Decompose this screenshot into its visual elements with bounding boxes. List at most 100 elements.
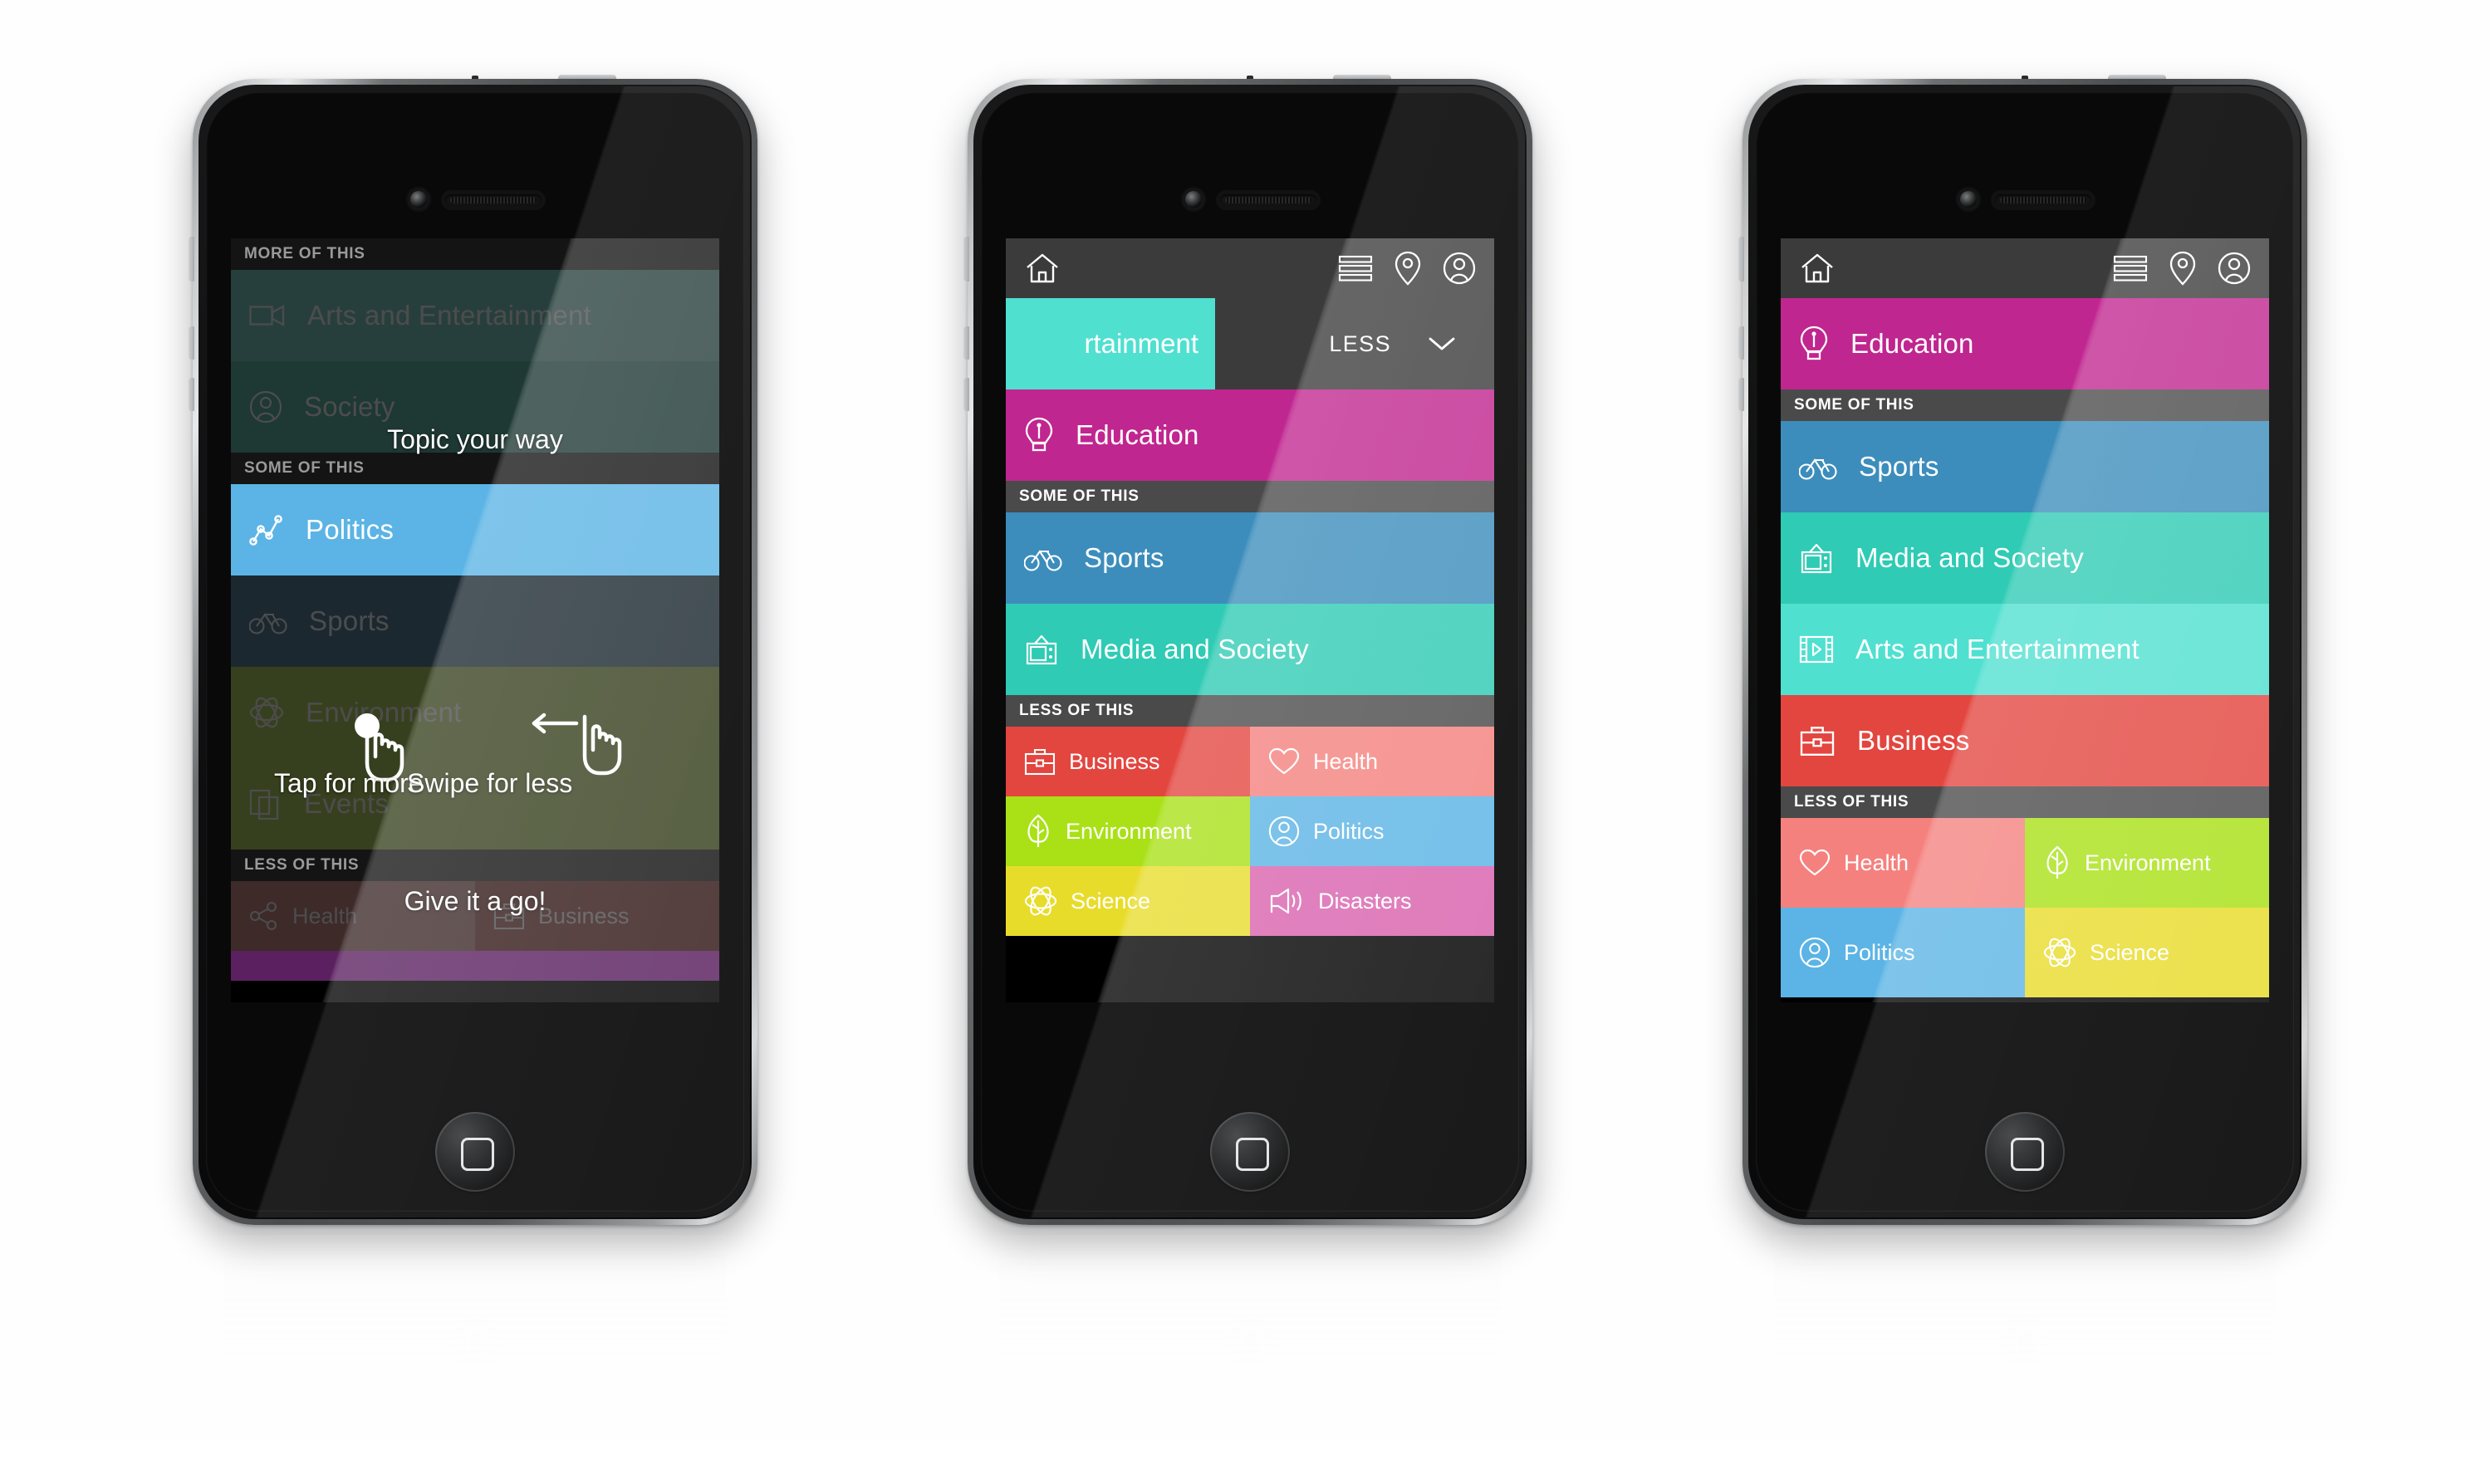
swipe-less-label: LESS	[1329, 331, 1391, 356]
topic-label: Politics	[1844, 939, 1915, 965]
heart-icon	[1268, 747, 1300, 775]
front-camera-icon	[1185, 191, 1202, 208]
phone-floor-reflection	[193, 1235, 757, 1484]
screenshot-canvas: MORE OF THIS Arts and Entertainment Soci…	[0, 0, 2490, 1476]
silent-switch[interactable]	[963, 237, 969, 282]
topic-label: Science	[2090, 939, 2170, 965]
topic-cell-environment[interactable]: Environment	[2025, 818, 2269, 908]
bicycle-icon	[1799, 458, 1837, 480]
profile-icon[interactable]	[2218, 252, 2251, 285]
lightbulb-icon	[1800, 326, 1828, 360]
earpiece-speaker	[445, 194, 542, 206]
home-button-square-icon	[461, 1138, 494, 1171]
section-header-less: LESS OF THIS	[1006, 695, 1494, 727]
topic-label: Arts and Entertainment	[307, 300, 591, 331]
topic-row-business[interactable]: Business	[1781, 695, 2269, 786]
bicycle-icon	[249, 613, 287, 634]
profile-icon	[1799, 937, 1831, 968]
atom-icon	[2043, 938, 2076, 967]
atom-icon	[1024, 886, 1057, 916]
topic-row-sports[interactable]: Sports	[1781, 421, 2269, 512]
section-header-less: LESS OF THIS	[231, 850, 719, 881]
front-camera-icon	[1960, 191, 1977, 208]
topic-row-sports[interactable]: Sports	[1006, 512, 1494, 604]
less-of-this-grid: Business Health Environment Politics Sci…	[1006, 727, 1494, 936]
overlay-title: Topic your way	[387, 424, 563, 454]
topic-cell-science[interactable]: Science	[2025, 908, 2269, 997]
topic-label: Arts and Entertainment	[1855, 634, 2140, 664]
volume-up-button[interactable]	[963, 326, 969, 360]
location-pin-icon[interactable]	[2169, 251, 2196, 286]
home-button[interactable]	[435, 1112, 515, 1192]
television-icon	[1026, 634, 1057, 665]
heart-icon	[1799, 849, 1831, 876]
home-icon[interactable]	[1024, 252, 1061, 285]
topic-row-sports[interactable]: Sports	[231, 575, 719, 667]
topic-cell-politics[interactable]: Politics	[1250, 796, 1494, 866]
overlay-tap-hint: Tap for more	[274, 768, 424, 798]
topic-row-media-society[interactable]: Media and Society	[1006, 604, 1494, 695]
topic-label: Education	[1076, 419, 1199, 450]
topic-cell-politics[interactable]: Politics	[1781, 908, 2025, 997]
topic-row-politics[interactable]: Politics	[231, 484, 719, 575]
topic-label: Disasters	[1318, 888, 1412, 913]
topic-row-education[interactable]: Education	[1781, 298, 2269, 389]
topic-label: Health	[1313, 748, 1379, 774]
phone-mockup-2: LESS rtainment Education SOME OF THIS Sp…	[963, 75, 1532, 1476]
home-button-square-icon	[1236, 1138, 1269, 1171]
topbar-actions	[1338, 251, 1476, 286]
silent-switch[interactable]	[1738, 237, 1744, 282]
profile-icon[interactable]	[1443, 252, 1476, 285]
phone-floor-reflection	[968, 1235, 1532, 1484]
topic-cell-business[interactable]: Business	[1006, 727, 1250, 796]
profile-icon	[1268, 815, 1300, 847]
film-icon	[1799, 635, 1834, 664]
list-icon[interactable]	[2113, 255, 2148, 282]
topic-cell-health[interactable]: Health	[1250, 727, 1494, 796]
topic-row-arts-entertainment[interactable]: Arts and Entertainment	[231, 270, 719, 361]
topic-row-arts-entertainment[interactable]: Arts and Entertainment	[1781, 604, 2269, 695]
topic-label: Media and Society	[1855, 542, 2084, 573]
silent-switch[interactable]	[189, 237, 194, 282]
topic-label: Politics	[1313, 818, 1385, 844]
phone-2-screen: LESS rtainment Education SOME OF THIS Sp…	[1006, 238, 1494, 1002]
location-pin-icon[interactable]	[1394, 251, 1421, 286]
topic-label: Sports	[1084, 542, 1164, 573]
bicycle-icon	[1024, 550, 1062, 571]
topic-cell-science[interactable]: Science	[1006, 866, 1250, 936]
swipe-top-tile[interactable]: rtainment	[1006, 298, 1215, 389]
section-header-less: LESS OF THIS	[1781, 786, 2269, 818]
topic-cell-health[interactable]: Health	[1781, 818, 2025, 908]
chevron-down-icon[interactable]	[1428, 335, 1456, 352]
overlay-swipe-hint: Swipe for less	[407, 768, 573, 798]
leaf-icon	[1027, 814, 1049, 847]
home-icon[interactable]	[1799, 252, 1836, 285]
topic-label: Science	[1071, 888, 1151, 913]
list-icon[interactable]	[1338, 255, 1373, 282]
volume-down-button[interactable]	[189, 378, 194, 411]
topic-row-education[interactable]: Education	[1006, 389, 1494, 481]
topic-row-environment[interactable]: Environment	[231, 667, 719, 758]
topic-label: Sports	[1859, 451, 1939, 482]
topic-label: rtainment	[1084, 328, 1198, 359]
briefcase-icon	[1024, 748, 1056, 776]
topic-label: Media and Society	[1081, 634, 1309, 664]
line-chart-icon	[249, 515, 282, 546]
swiped-topic-row-arts-entertainment[interactable]: LESS rtainment	[1006, 298, 1494, 389]
less-of-this-grid: Health Environment Politics Science	[1781, 818, 2269, 997]
partial-row-below	[231, 951, 719, 981]
topic-row-media-society[interactable]: Media and Society	[1781, 512, 2269, 604]
volume-up-button[interactable]	[1738, 326, 1744, 360]
volume-down-button[interactable]	[963, 378, 969, 411]
share-icon	[249, 901, 277, 931]
topic-label: Environment	[1066, 818, 1192, 844]
volume-up-button[interactable]	[189, 326, 194, 360]
home-button[interactable]	[1210, 1112, 1290, 1192]
topic-cell-environment[interactable]: Environment	[1006, 796, 1250, 866]
megaphone-icon	[1270, 888, 1301, 914]
section-header-some: SOME OF THIS	[231, 453, 719, 484]
volume-down-button[interactable]	[1738, 378, 1744, 411]
atom-icon	[249, 697, 284, 728]
topic-cell-disasters[interactable]: Disasters	[1250, 866, 1494, 936]
home-button[interactable]	[1985, 1112, 2065, 1192]
